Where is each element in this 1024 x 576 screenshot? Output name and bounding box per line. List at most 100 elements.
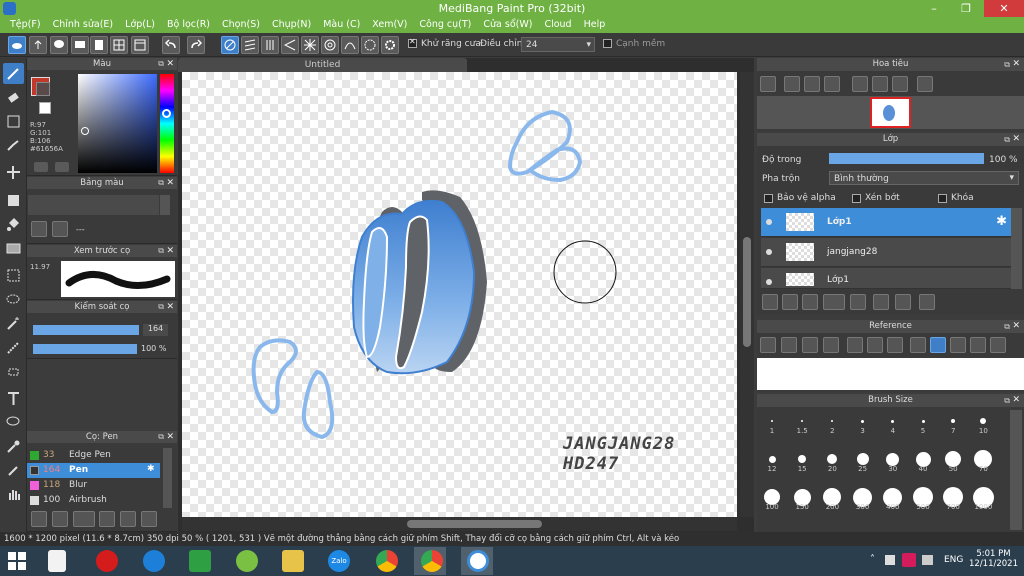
rotate-right-icon[interactable] bbox=[892, 76, 908, 92]
zoom-in-icon[interactable] bbox=[847, 337, 863, 353]
close-icon[interactable]: ✕ bbox=[1012, 58, 1020, 71]
chrome-profile-icon[interactable] bbox=[421, 550, 443, 572]
layer-opacity-slider[interactable] bbox=[829, 153, 984, 164]
hue-slider[interactable] bbox=[160, 74, 174, 173]
menu-select[interactable]: Chọn(S) bbox=[216, 17, 266, 33]
radial-snap-icon[interactable] bbox=[301, 36, 319, 54]
brush-new-icon[interactable] bbox=[52, 511, 68, 527]
menu-layer[interactable]: Lớp(L) bbox=[119, 17, 161, 33]
layer-scrollbar[interactable] bbox=[1011, 208, 1022, 289]
brush-menu-icon[interactable] bbox=[73, 511, 95, 527]
brush-size-cell[interactable]: 20 bbox=[817, 447, 847, 473]
trash-icon[interactable] bbox=[919, 294, 935, 310]
zoom-in-icon[interactable] bbox=[784, 76, 800, 92]
close-icon[interactable]: ✕ bbox=[166, 58, 174, 70]
layer-blend-select[interactable]: Bình thường ▾ bbox=[829, 171, 1019, 185]
canvas-horizontal-scrollbar[interactable] bbox=[182, 517, 737, 531]
folder-icon[interactable] bbox=[120, 511, 136, 527]
dropper-alt-icon[interactable] bbox=[3, 460, 24, 481]
move-tool-icon[interactable] bbox=[3, 162, 24, 183]
windows-start-icon[interactable] bbox=[8, 552, 26, 573]
brush-size-cell[interactable]: 7 bbox=[938, 409, 968, 435]
color-picker-cursor[interactable] bbox=[81, 127, 89, 135]
close-icon[interactable]: ✕ bbox=[166, 177, 174, 189]
brush-item-airbrush[interactable]: 100 Airbrush bbox=[27, 493, 160, 508]
pin-icon[interactable]: ⧉ bbox=[1004, 58, 1010, 71]
store-icon[interactable] bbox=[189, 550, 211, 572]
page-icon[interactable] bbox=[90, 36, 108, 54]
brush-opacity-slider[interactable] bbox=[33, 344, 137, 354]
canvas-tab[interactable]: Untitled bbox=[178, 58, 467, 72]
lock-checkbox[interactable] bbox=[938, 194, 947, 203]
scroll-thumb[interactable] bbox=[407, 520, 542, 528]
navigator-thumbnail[interactable] bbox=[870, 97, 911, 128]
brush-size-cell[interactable]: 500 bbox=[908, 485, 938, 511]
eye-icon[interactable] bbox=[766, 249, 772, 255]
zoom-out-icon[interactable] bbox=[887, 337, 903, 353]
close-icon[interactable]: ✕ bbox=[166, 301, 174, 313]
redo-icon[interactable] bbox=[187, 36, 205, 54]
pin-icon[interactable]: ⧉ bbox=[158, 58, 164, 70]
brush-size-cell[interactable]: 100 bbox=[757, 485, 787, 511]
dropper-icon[interactable] bbox=[910, 337, 926, 353]
layer-menu-icon[interactable] bbox=[823, 294, 845, 310]
zoom-actual-icon[interactable] bbox=[867, 337, 883, 353]
brush-size-slider[interactable] bbox=[33, 325, 139, 335]
close-icon[interactable]: ✕ bbox=[1012, 394, 1020, 407]
menu-tools[interactable]: Công cụ(T) bbox=[413, 17, 477, 33]
brush-size-cell[interactable]: 12 bbox=[757, 447, 787, 473]
merge-layer-icon[interactable] bbox=[895, 294, 911, 310]
shape-tool-icon[interactable] bbox=[3, 111, 24, 132]
vivaldi-icon[interactable] bbox=[902, 553, 916, 567]
fill-rect-tool-icon[interactable] bbox=[3, 190, 24, 211]
close-icon[interactable]: ✕ bbox=[166, 245, 174, 257]
close-icon[interactable]: ✕ bbox=[1012, 320, 1020, 333]
magic-wand-icon[interactable] bbox=[3, 313, 24, 334]
brush-size-cell[interactable]: 700 bbox=[938, 485, 968, 511]
color-mode-button[interactable] bbox=[34, 162, 48, 172]
ie-icon[interactable] bbox=[143, 550, 165, 572]
comment-icon[interactable] bbox=[71, 36, 89, 54]
eyedropper-icon[interactable] bbox=[823, 337, 839, 353]
soft-edge-checkbox[interactable] bbox=[603, 39, 612, 48]
menu-help[interactable]: Help bbox=[578, 17, 612, 33]
brush-size-cell[interactable]: 50 bbox=[938, 447, 968, 473]
zoom-fit-icon[interactable] bbox=[760, 76, 776, 92]
new-layer-icon[interactable] bbox=[762, 294, 778, 310]
clock[interactable]: 5:01 PM 12/11/2021 bbox=[969, 549, 1018, 569]
tray-arrow-icon[interactable]: ˄ bbox=[870, 554, 875, 565]
eye-icon[interactable] bbox=[766, 279, 772, 285]
hand-icon[interactable] bbox=[930, 337, 946, 353]
brush-size-cell[interactable]: 10 bbox=[968, 409, 998, 435]
chat-icon[interactable] bbox=[50, 36, 68, 54]
eye-icon[interactable] bbox=[766, 219, 772, 225]
restore-button[interactable]: ❐ bbox=[952, 0, 980, 17]
volume-icon[interactable] bbox=[885, 555, 895, 565]
brush-size-cell[interactable]: 4 bbox=[878, 409, 908, 435]
correction-select[interactable]: 24 ▾ bbox=[521, 37, 595, 52]
cross-snap-icon[interactable] bbox=[261, 36, 279, 54]
gear-icon[interactable]: ✱ bbox=[996, 214, 1007, 229]
select-pen-icon[interactable] bbox=[3, 337, 24, 358]
brush-size-cell[interactable]: 5 bbox=[908, 409, 938, 435]
hue-slider-handle[interactable] bbox=[162, 109, 171, 118]
brush-size-cell[interactable]: 400 bbox=[878, 485, 908, 511]
rotate-right-icon[interactable] bbox=[990, 337, 1006, 353]
brush-size-cell[interactable]: 30 bbox=[878, 447, 908, 473]
pin-icon[interactable]: ⧉ bbox=[1004, 133, 1010, 146]
brush-size-cell[interactable]: 200 bbox=[817, 485, 847, 511]
menu-color[interactable]: Màu (C) bbox=[317, 17, 366, 33]
select-rect-icon[interactable] bbox=[3, 265, 24, 286]
gear-icon[interactable] bbox=[381, 36, 399, 54]
close-icon[interactable]: ✕ bbox=[166, 431, 174, 443]
brush-size-cell[interactable]: 150 bbox=[787, 485, 817, 511]
ellipse-snap-icon[interactable] bbox=[361, 36, 379, 54]
pin-icon[interactable]: ⧉ bbox=[1004, 320, 1010, 333]
drawing-canvas[interactable]: JANGJANG28 HD247 bbox=[182, 72, 737, 517]
brush-size-cell[interactable]: 15 bbox=[787, 447, 817, 473]
new-halftone-layer-icon[interactable] bbox=[782, 294, 798, 310]
antialias-checkbox[interactable] bbox=[408, 37, 417, 48]
layout-icon[interactable] bbox=[131, 36, 149, 54]
brush-duplicate-icon[interactable] bbox=[141, 511, 157, 527]
upload-icon[interactable] bbox=[29, 36, 47, 54]
